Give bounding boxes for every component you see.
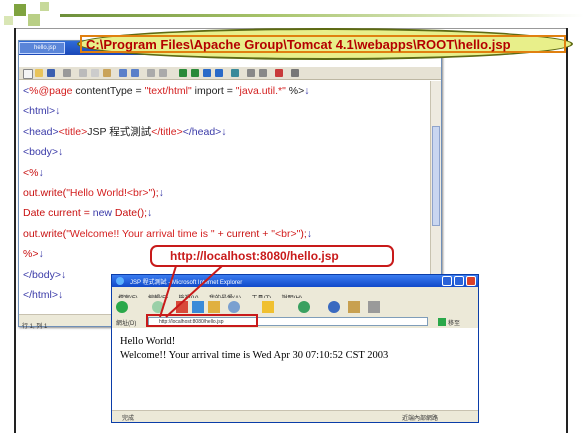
callout-leader-lines (159, 265, 223, 318)
url-label: http://localhost:8080/hello.jsp (170, 249, 339, 263)
